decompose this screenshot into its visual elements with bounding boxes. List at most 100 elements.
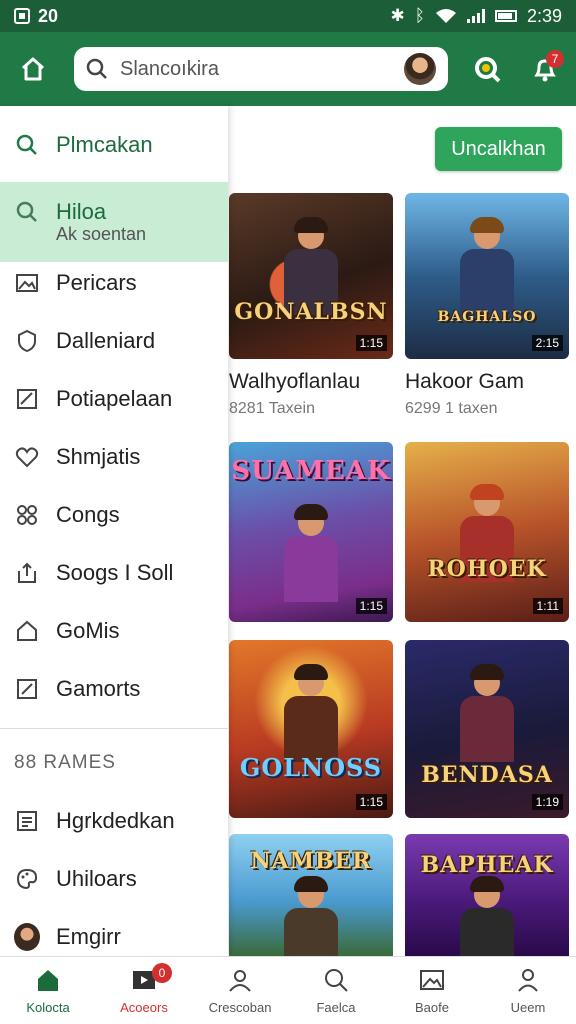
drawer-item-congs[interactable]: Congs [0, 496, 228, 534]
chart-icon [17, 389, 37, 409]
character-art [276, 502, 346, 602]
drawer-item-label: Hgrkdedkan [56, 808, 175, 833]
status-bar: 20 ✱ ᛒ 2:39 [0, 0, 576, 32]
search-icon [325, 969, 348, 992]
card-duration: 1:15 [355, 794, 387, 810]
game-card[interactable]: BAGHALSO 2:15 [405, 193, 569, 359]
nav-badge: 0 [152, 963, 172, 983]
user-avatar [14, 923, 40, 951]
card-label[interactable]: Hakoor Gam [405, 370, 524, 394]
nav-item-search[interactable]: Faelca [288, 957, 384, 1024]
card-duration: 1:15 [355, 335, 387, 351]
drawer-item-soogs[interactable]: Soogs I Soll [0, 554, 228, 592]
search-placeholder: Slancoıkira [120, 57, 219, 80]
drawer-item-shmjatis[interactable]: Shmjatis [0, 438, 228, 476]
discover-button[interactable] [468, 50, 506, 88]
card-sub: 8281 Taxein [229, 400, 315, 417]
game-card[interactable]: ROHOEK 1:11 [405, 442, 569, 622]
profile-avatar[interactable] [404, 53, 436, 85]
game-card[interactable]: GOLNOSS 1:15 [229, 640, 393, 818]
drawer-item-label: Potiapelaan [56, 386, 173, 411]
drawer-active-label: Hiloa [56, 199, 107, 224]
drawer-item-label: Plmcakan [56, 132, 153, 157]
action-button[interactable]: Uncalkhan [435, 127, 562, 171]
drawer-item-gomis[interactable]: GoMis [0, 612, 228, 650]
drawer-item-label: Congs [56, 502, 120, 527]
bottom-navigation: Kolocta 0 Acoeors Crescoban Faelca Baofe… [0, 956, 576, 1024]
nav-label: Faelca [316, 1000, 356, 1015]
game-card[interactable]: BAPHEAK [405, 834, 569, 956]
card-art-title: GOLNOSS [239, 753, 383, 782]
signal-icon [466, 9, 485, 23]
image-icon [420, 970, 444, 990]
drawer-item-label: Gamorts [56, 676, 141, 701]
account-icon [518, 969, 538, 992]
nav-label: Baofe [415, 1000, 449, 1015]
character-art [452, 215, 522, 315]
drawer-item-pericars[interactable]: Pericars [0, 264, 228, 302]
drawer-item-dalleniard[interactable]: Dalleniard [0, 322, 228, 360]
notification-icon [14, 8, 30, 24]
palette-icon [16, 868, 38, 890]
apps-icon [17, 505, 37, 525]
card-art-title: GONALBSN [234, 299, 388, 325]
drawer-item-active[interactable]: Hiloa Ak soentan [0, 182, 228, 262]
character-art [452, 662, 522, 762]
home-icon [38, 970, 58, 991]
drawer-item-uhiloars[interactable]: Uhiloars [0, 860, 228, 898]
game-card[interactable]: SUAMEAK 1:15 [229, 442, 393, 622]
notifications-button[interactable]: 7 [526, 50, 564, 88]
home-icon [21, 57, 45, 81]
drawer-active-sub: Ak soentan [56, 224, 147, 244]
drawer-item-label: Soogs I Soll [56, 560, 174, 585]
drawer-item-label: Pericars [56, 270, 137, 295]
card-duration: 2:15 [531, 335, 563, 351]
game-card[interactable]: NAMBER [229, 834, 393, 956]
nav-label: Crescoban [208, 1000, 272, 1015]
status-time: 2:39 [526, 5, 562, 26]
card-art-title: ROHOEK [427, 556, 547, 582]
card-sub: 6299 1 taxen [405, 400, 498, 417]
nav-label: Kolocta [26, 1000, 70, 1015]
battery-icon [494, 10, 517, 22]
person-icon [229, 970, 251, 992]
drawer-item-top[interactable]: Plmcakan [0, 126, 228, 164]
search-bar[interactable]: Slancoıkira [74, 47, 448, 91]
card-art-title: BENDASA [421, 762, 553, 788]
share-icon [18, 562, 36, 583]
card-art-title: NAMBER [250, 848, 372, 874]
card-label[interactable]: Walhyoflanlau [229, 370, 360, 394]
heart-icon [15, 447, 39, 468]
nav-item-videos[interactable]: 0 Acoeors [96, 957, 192, 1024]
game-card[interactable]: BENDASA 1:19 [405, 640, 569, 818]
home-icon [17, 620, 37, 641]
drawer-item-potiapelaan[interactable]: Potiapelaan [0, 380, 228, 418]
character-art [276, 874, 346, 956]
drawer-item-label: Dalleniard [56, 328, 156, 353]
wifi-icon [435, 9, 456, 23]
home-button[interactable] [14, 50, 52, 88]
drawer-item-label: Uhiloars [56, 866, 137, 891]
drawer-item-emgirr[interactable]: Emgirr [0, 918, 228, 956]
nfc-icon: ᛒ [414, 6, 425, 25]
nav-label: Acoeors [120, 1000, 168, 1015]
status-left-text: 20 [38, 5, 59, 26]
game-card[interactable]: GONALBSN 1:15 [229, 193, 393, 359]
card-art-title: BAGHALSO [437, 309, 537, 325]
search-icon [16, 134, 37, 155]
nav-item-home[interactable]: Kolocta [0, 957, 96, 1024]
nav-item-gallery[interactable]: Baofe [384, 957, 480, 1024]
search-icon [86, 58, 107, 79]
search-badge-icon [475, 57, 501, 83]
card-duration: 1:11 [532, 598, 563, 614]
character-art [276, 662, 346, 762]
card-art-title: BAPHEAK [420, 852, 554, 878]
app-bar: Slancoıkira 7 [0, 32, 576, 106]
bluetooth-icon: ✱ [390, 6, 405, 25]
drawer-item-hgrkdedkan[interactable]: Hgrkdedkan [0, 802, 228, 840]
nav-label: Ueem [510, 1000, 546, 1015]
nav-item-profile[interactable]: Crescoban [192, 957, 288, 1024]
drawer-item-label: Shmjatis [56, 444, 141, 469]
drawer-item-gamorts[interactable]: Gamorts [0, 670, 228, 708]
nav-item-account[interactable]: Ueem [480, 957, 576, 1024]
